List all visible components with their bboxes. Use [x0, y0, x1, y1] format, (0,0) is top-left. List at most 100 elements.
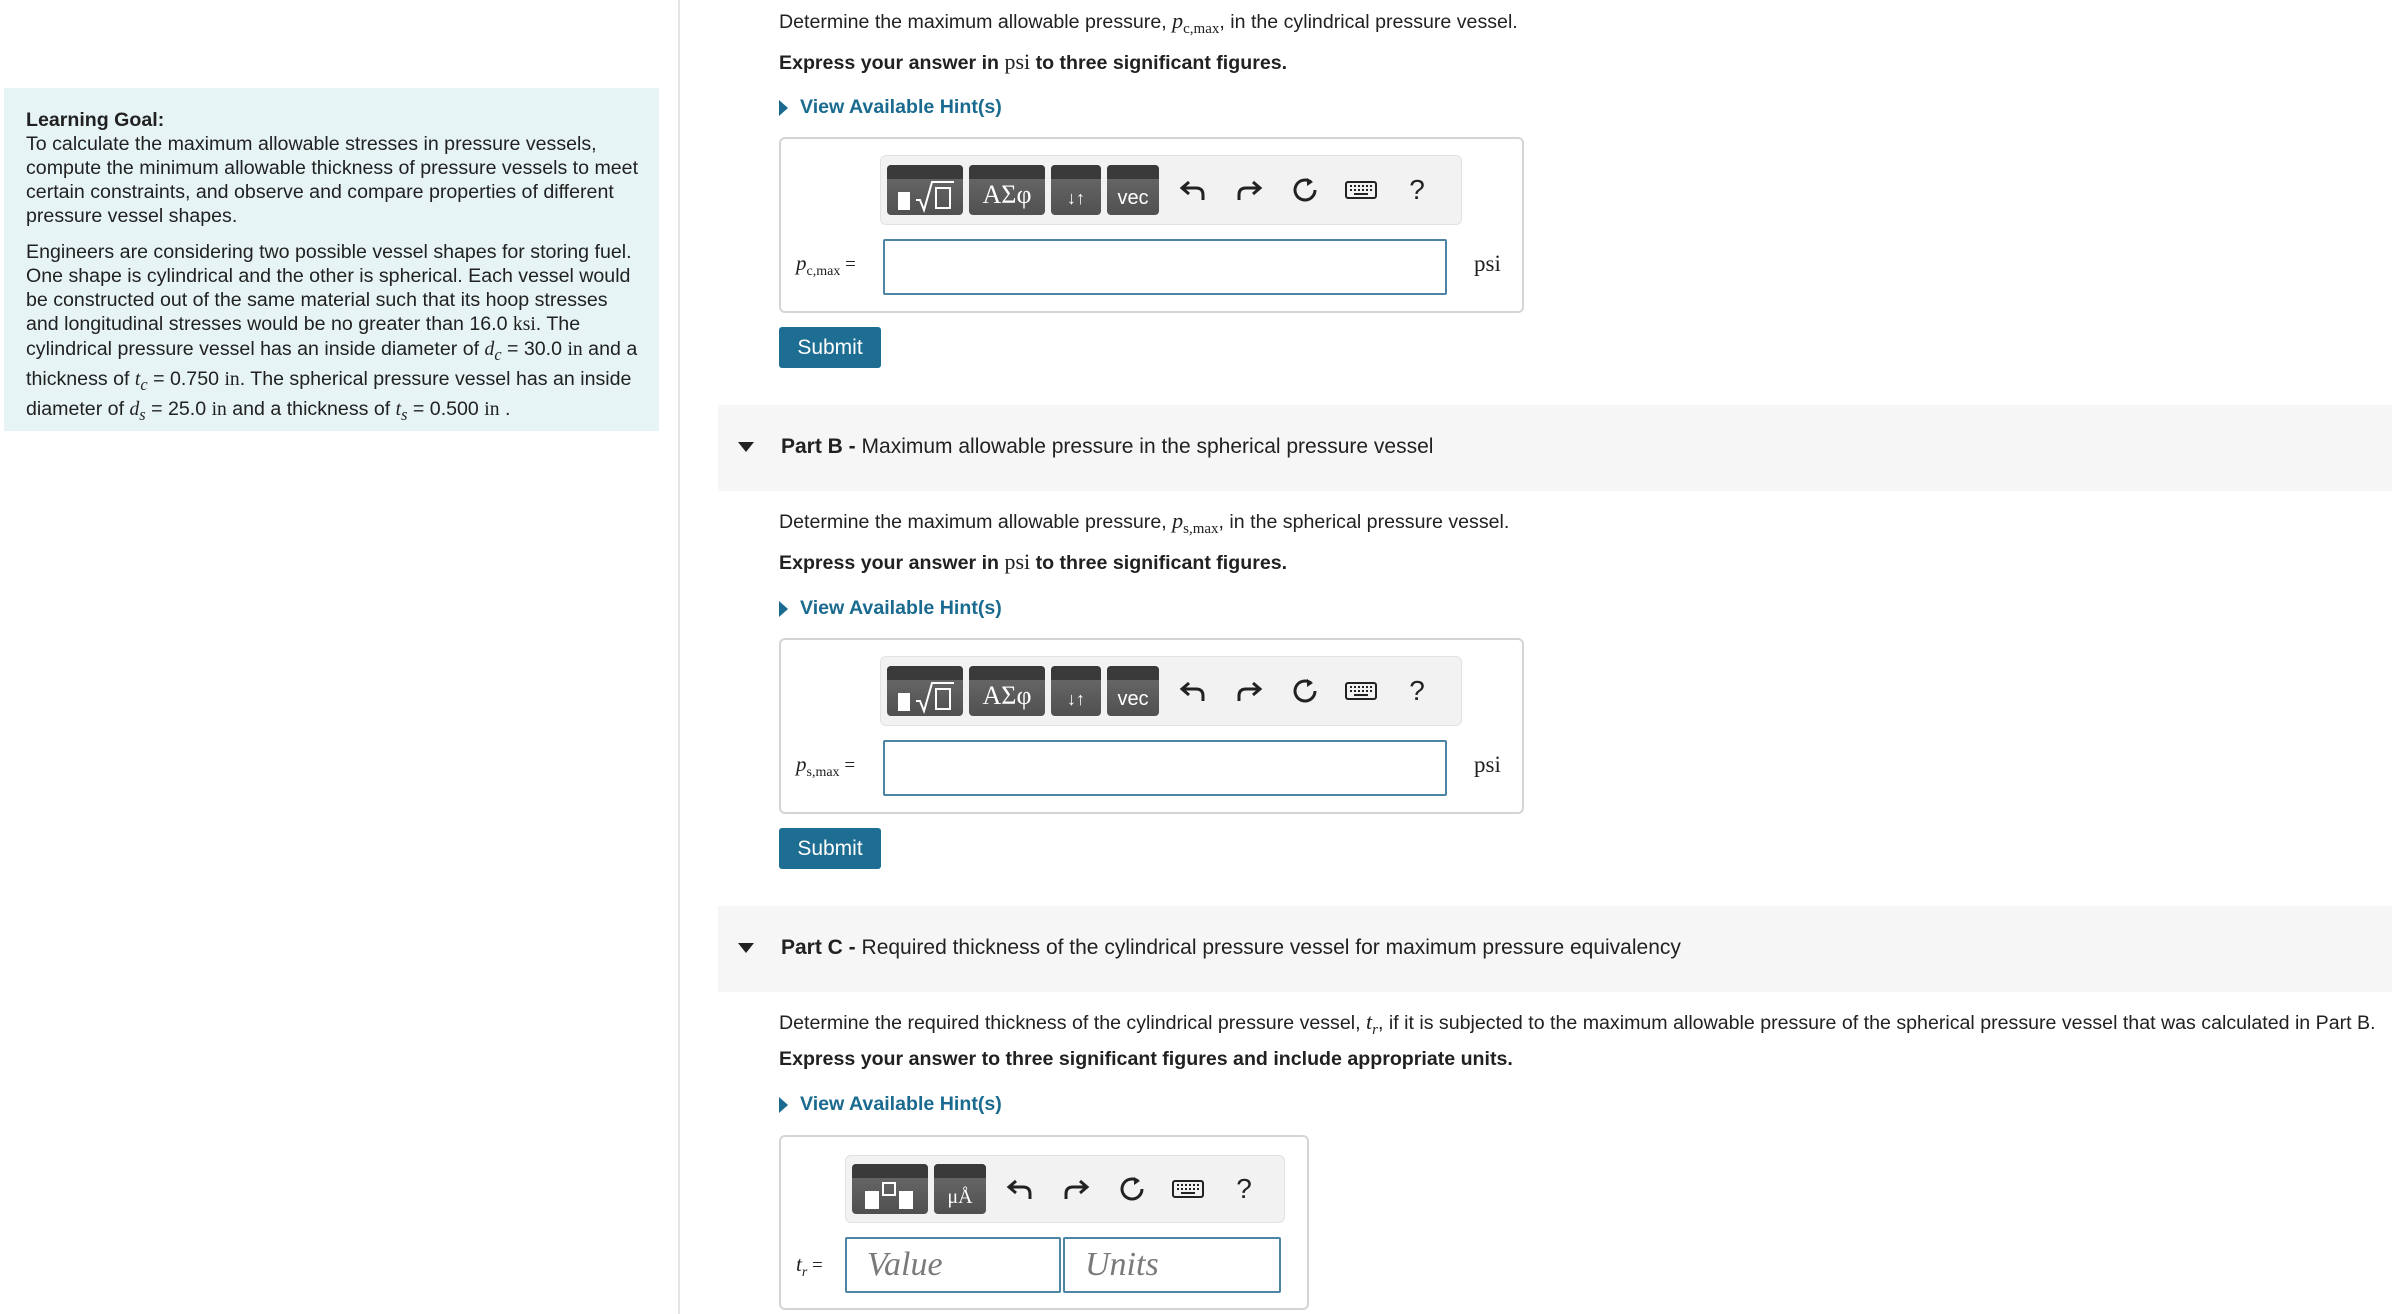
part-b-unit: psi — [1474, 752, 1501, 777]
reset-icon[interactable] — [1104, 1164, 1160, 1214]
unit-in: in — [567, 339, 583, 360]
subscript-superscript-icon[interactable]: ↓↑ — [1051, 666, 1101, 716]
templates-icon[interactable] — [887, 165, 963, 215]
express-unit: psi — [1004, 549, 1031, 574]
part-c-header[interactable]: Part C - Required thickness of the cylin… — [718, 906, 2392, 992]
part-b-title: Part B - Maximum allowable pressure in t… — [781, 435, 1433, 459]
part-c-units-input[interactable]: Units — [1063, 1237, 1281, 1293]
collapse-caret-icon — [738, 943, 754, 953]
part-b-answer-input[interactable] — [883, 740, 1447, 796]
var-tc-sub: c — [140, 374, 148, 394]
part-b-header[interactable]: Part B - Maximum allowable pressure in t… — [718, 405, 2392, 491]
part-c-express: Express your answer to three significant… — [779, 1048, 1513, 1070]
var-p: p — [796, 251, 807, 275]
equals: = — [807, 1255, 823, 1276]
hint-caret-icon — [779, 99, 788, 116]
var-sub: s,max — [1183, 520, 1219, 537]
question-text: Determine the maximum allowable pressure… — [779, 511, 1173, 533]
keyboard-icon[interactable] — [1160, 1164, 1216, 1214]
part-a-unit: psi — [1474, 251, 1501, 276]
vec-label: vec — [1117, 687, 1149, 710]
units-icon[interactable]: μÅ — [934, 1164, 986, 1214]
question-text: Determine the maximum allowable pressure… — [779, 11, 1173, 33]
hint-caret-icon — [779, 1096, 788, 1113]
var-p: p — [1172, 8, 1184, 33]
part-b-submit-button[interactable]: Submit — [779, 828, 881, 869]
hint-caret-icon — [779, 600, 788, 617]
part-c-hint-link[interactable]: View Available Hint(s) — [779, 1093, 1002, 1116]
question-text: Determine the required thickness of the … — [779, 1012, 1366, 1034]
help-icon[interactable]: ? — [1389, 165, 1445, 215]
main-content: Determine the maximum allowable pressure… — [680, 0, 2392, 1314]
units-placeholder: Units — [1085, 1246, 1159, 1283]
question-text: , in the spherical pressure vessel. — [1218, 511, 1510, 533]
hint-label: View Available Hint(s) — [800, 597, 1002, 619]
help-icon[interactable]: ? — [1216, 1164, 1272, 1214]
redo-icon[interactable] — [1221, 666, 1277, 716]
templates-icon[interactable] — [887, 666, 963, 716]
scenario-part-5: and a thickness of — [226, 397, 391, 420]
redo-icon[interactable] — [1221, 165, 1277, 215]
part-c-eq-label: tr = — [796, 1252, 823, 1281]
part-a-hint-link[interactable]: View Available Hint(s) — [779, 96, 1002, 119]
part-b-answer-box: ΑΣφ ↓↑ vec ? ps,max = psi — [779, 638, 1524, 814]
part-b-express: Express your answer in psi to three sign… — [779, 549, 1287, 575]
keyboard-icon[interactable] — [1333, 666, 1389, 716]
redo-icon[interactable] — [1048, 1164, 1104, 1214]
part-c-question: Determine the required thickness of the … — [779, 1009, 2376, 1039]
collapse-caret-icon — [738, 442, 754, 452]
learning-goal-box: Learning Goal: To calculate the maximum … — [4, 88, 659, 431]
var-sub: c,max — [1183, 20, 1220, 37]
left-column: Learning Goal: To calculate the maximum … — [0, 0, 680, 1314]
part-b-toolbar: ΑΣφ ↓↑ vec ? — [880, 656, 1462, 726]
express-unit: psi — [1004, 49, 1031, 74]
part-b-label: Part B - — [781, 435, 856, 458]
part-c-toolbar: μÅ ? — [845, 1155, 1285, 1223]
hint-label: View Available Hint(s) — [800, 1093, 1002, 1115]
part-a-answer-box: ΑΣφ ↓↑ vec ? pc,max = psi — [779, 137, 1524, 313]
var-dc: d — [484, 339, 495, 360]
learning-goal-title: Learning Goal: — [26, 109, 165, 131]
vector-icon[interactable]: vec — [1107, 666, 1159, 716]
part-b-hint-link[interactable]: View Available Hint(s) — [779, 597, 1002, 620]
part-b-question: Determine the maximum allowable pressure… — [779, 508, 1509, 538]
undo-icon[interactable] — [992, 1164, 1048, 1214]
reset-icon[interactable] — [1277, 666, 1333, 716]
part-c-value-input[interactable]: Value — [845, 1237, 1061, 1293]
templates-icon[interactable] — [852, 1164, 928, 1214]
help-label: ? — [1409, 174, 1425, 205]
equals: = — [840, 254, 856, 275]
var-p: p — [796, 752, 807, 776]
undo-icon[interactable] — [1165, 165, 1221, 215]
part-c-title: Part C - Required thickness of the cylin… — [781, 936, 1681, 960]
part-a-answer-input[interactable] — [883, 239, 1447, 295]
reset-icon[interactable] — [1277, 165, 1333, 215]
undo-icon[interactable] — [1165, 666, 1221, 716]
greek-letters-icon[interactable]: ΑΣφ — [969, 165, 1045, 215]
equals: = — [839, 755, 856, 776]
greek-letters-icon[interactable]: ΑΣφ — [969, 666, 1045, 716]
keyboard-icon[interactable] — [1333, 165, 1389, 215]
value-dc: = 30.0 — [501, 338, 568, 360]
scenario-part-6: . — [499, 397, 511, 420]
part-c-answer-box: μÅ ? tr = Value Units — [779, 1135, 1309, 1310]
var-sub: c,max — [806, 263, 841, 279]
greek-label: ΑΣφ — [982, 681, 1032, 710]
part-b-eq-label: ps,max = — [796, 752, 855, 781]
express-text: Express your answer in — [779, 552, 1005, 574]
vector-icon[interactable]: vec — [1107, 165, 1159, 215]
express-text: Express your answer in — [779, 52, 1005, 74]
vec-label: vec — [1117, 186, 1149, 209]
units-label: μÅ — [947, 1185, 973, 1208]
help-label: ? — [1236, 1173, 1252, 1204]
help-icon[interactable]: ? — [1389, 666, 1445, 716]
greek-label: ΑΣφ — [982, 180, 1032, 209]
subscript-superscript-icon[interactable]: ↓↑ — [1051, 165, 1101, 215]
value-placeholder: Value — [867, 1246, 943, 1283]
var-dc-sub: c — [494, 344, 502, 364]
part-a-submit-button[interactable]: Submit — [779, 327, 881, 368]
express-text: to three significant figures. — [1030, 52, 1288, 74]
var-sub: s,max — [806, 764, 840, 780]
unit-in: in — [224, 368, 240, 390]
part-b-title-text: Maximum allowable pressure in the spheri… — [855, 435, 1434, 458]
